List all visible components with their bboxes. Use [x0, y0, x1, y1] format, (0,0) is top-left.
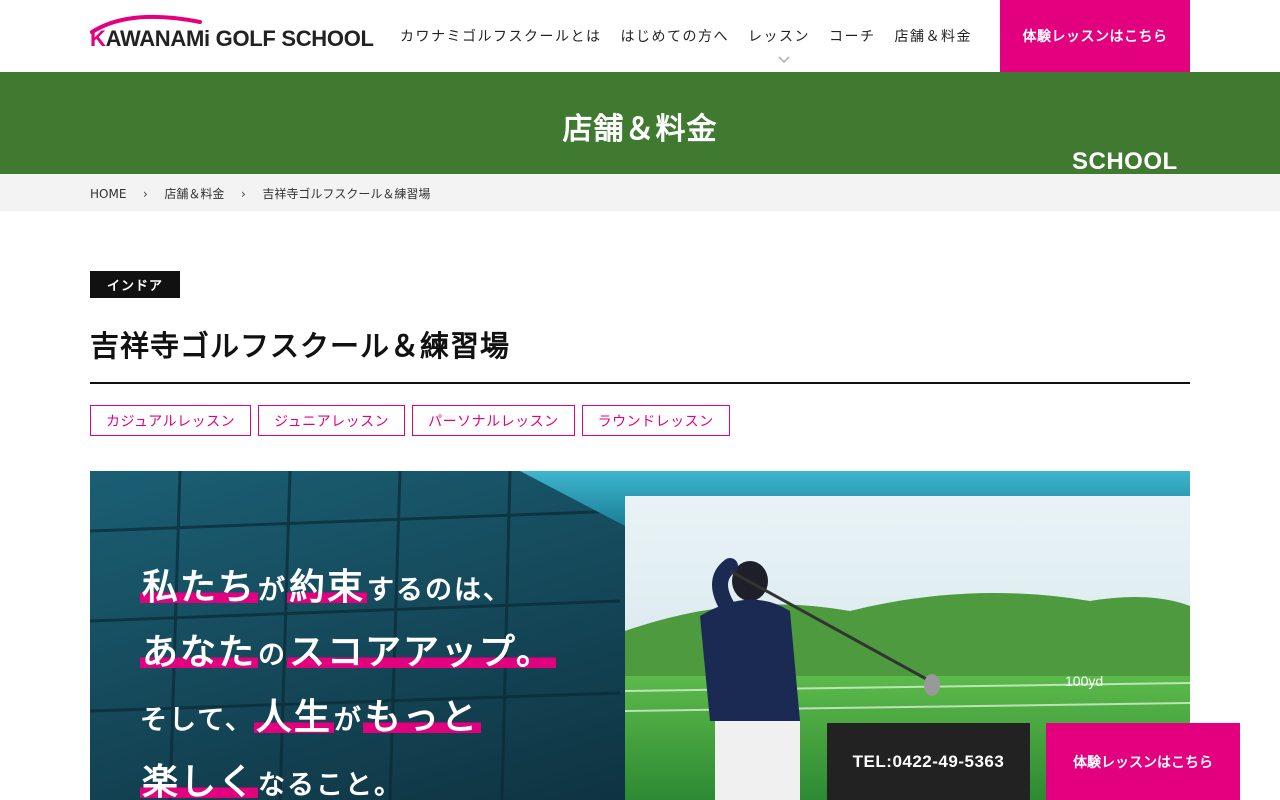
page-title: 店舗＆料金 — [562, 112, 718, 147]
breadcrumb-schools-prices[interactable]: 店舗＆料金 — [164, 185, 224, 202]
chevron-right-icon: › — [143, 186, 148, 201]
breadcrumb-current: 吉祥寺ゴルフスクール＆練習場 — [262, 187, 431, 201]
phone-call-button[interactable]: TEL:0422-49-5363 — [827, 723, 1030, 800]
banner-english-label: SCHOOL — [1072, 148, 1178, 174]
category-badge: インドア — [90, 271, 180, 298]
lesson-casual-button[interactable]: カジュアルレッスン — [90, 405, 252, 436]
main-nav: カワナミゴルフスクールとは はじめての方へ レッスン コーチ 店舗＆料金 — [400, 26, 991, 46]
title-divider — [90, 382, 1190, 384]
school-title: 吉祥寺ゴルフスクール＆練習場 — [90, 329, 511, 363]
nav-item-about[interactable]: カワナミゴルフスクールとは — [400, 26, 602, 46]
chevron-right-icon: › — [241, 186, 246, 201]
logo-text: KAWANAMi GOLF SCHOOL — [90, 26, 374, 51]
trial-lesson-header-button[interactable]: 体験レッスンはこちら — [1000, 0, 1190, 72]
lesson-round-button[interactable]: ラウンドレッスン — [581, 405, 730, 436]
hero-copy-line-1: 私たちが約束するのは、 — [140, 567, 513, 608]
chevron-down-icon[interactable] — [778, 56, 790, 64]
site-header: KAWANAMi GOLF SCHOOL カワナミゴルフスクールとは はじめての… — [0, 0, 1280, 72]
lesson-personal-button[interactable]: パーソナルレッスン — [412, 405, 575, 436]
lesson-junior-button[interactable]: ジュニアレッスン — [258, 405, 406, 436]
nav-item-beginners[interactable]: はじめての方へ — [621, 26, 730, 46]
hero-copy-line-4: 楽しくなること。 — [140, 752, 556, 800]
nav-item-schools-prices[interactable]: 店舗＆料金 — [895, 26, 973, 46]
lesson-type-list: カジュアルレッスン ジュニアレッスン パーソナルレッスン ラウンドレッスン — [90, 405, 737, 436]
trial-lesson-floating-button[interactable]: 体験レッスンはこちら — [1046, 723, 1240, 800]
nav-item-coach[interactable]: コーチ — [829, 26, 876, 46]
breadcrumb: HOME › 店舗＆料金 › 吉祥寺ゴルフスクール＆練習場 — [0, 174, 1280, 211]
yardage-marker: 100yd — [1065, 673, 1103, 689]
hero-copy-line-3: そして、人生がもっと — [140, 697, 481, 738]
nav-item-lessons[interactable]: レッスン — [748, 26, 810, 46]
breadcrumb-home[interactable]: HOME — [90, 187, 126, 201]
page-banner: 店舗＆料金 SCHOOL — [0, 72, 1280, 174]
hero-catchcopy: 私たちが約束するのは、 あなたのスコアアップ。 そして、人生がもっと 楽しくなる… — [140, 557, 556, 800]
site-logo[interactable]: KAWANAMi GOLF SCHOOL — [90, 12, 374, 52]
hero-copy-line-2: あなたのスコアアップ。 — [140, 632, 556, 673]
